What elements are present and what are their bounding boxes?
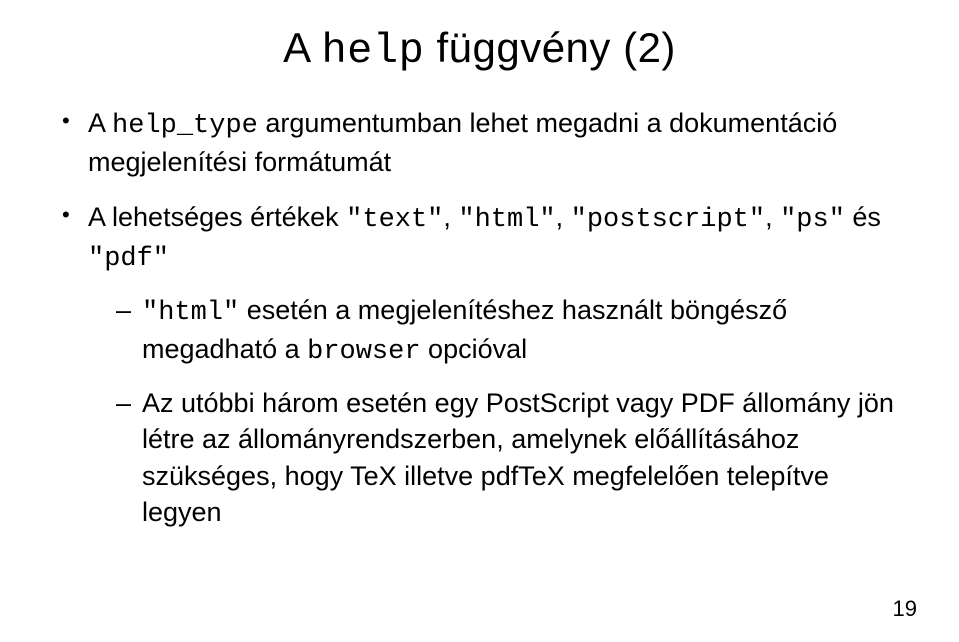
slide: A help függvény (2) A help_type argument…: [0, 0, 959, 642]
bullet-1-mono-1: help_type: [112, 111, 258, 141]
bullet-2-text-4: ,: [765, 202, 780, 232]
bullet-2-mono-1: "text": [346, 205, 443, 235]
bullet-2-text-3: ,: [556, 202, 571, 232]
title-prefix: A: [283, 24, 321, 71]
bullet-2: A lehetséges értékek "text", "html", "po…: [60, 199, 899, 531]
bullet-2-mono-5: "pdf": [88, 244, 169, 274]
bullet-2-mono-2: "html": [458, 205, 555, 235]
bullet-2-text-2: ,: [443, 202, 458, 232]
bullet-2-text-5: és: [845, 202, 881, 232]
title-mono: help: [321, 27, 424, 75]
bullet-2-mono-3: "postscript": [571, 205, 765, 235]
bullet-2-1-text-2: opcióval: [421, 334, 528, 364]
bullet-2-2: Az utóbbi három esetén egy PostScript va…: [116, 385, 899, 531]
page-number: 19: [893, 596, 917, 622]
bullet-list-level1: A help_type argumentumban lehet megadni …: [60, 105, 899, 530]
bullet-2-1: "html" esetén a megjelenítéshez használt…: [116, 292, 899, 371]
title-suffix: függvény (2): [424, 24, 676, 71]
bullet-2-mono-4: "ps": [780, 205, 845, 235]
bullet-1-text-1: A: [88, 108, 112, 138]
slide-content: A help_type argumentumban lehet megadni …: [60, 105, 899, 530]
bullet-2-1-mono-2: browser: [307, 337, 420, 367]
bullet-2-2-text-1: Az utóbbi három esetén egy PostScript va…: [142, 388, 894, 527]
bullet-2-1-mono-1: "html": [142, 298, 239, 328]
bullet-2-text-1: A lehetséges értékek: [88, 202, 346, 232]
slide-title: A help függvény (2): [60, 24, 899, 75]
bullet-1: A help_type argumentumban lehet megadni …: [60, 105, 899, 181]
bullet-list-level2: "html" esetén a megjelenítéshez használt…: [88, 292, 899, 531]
